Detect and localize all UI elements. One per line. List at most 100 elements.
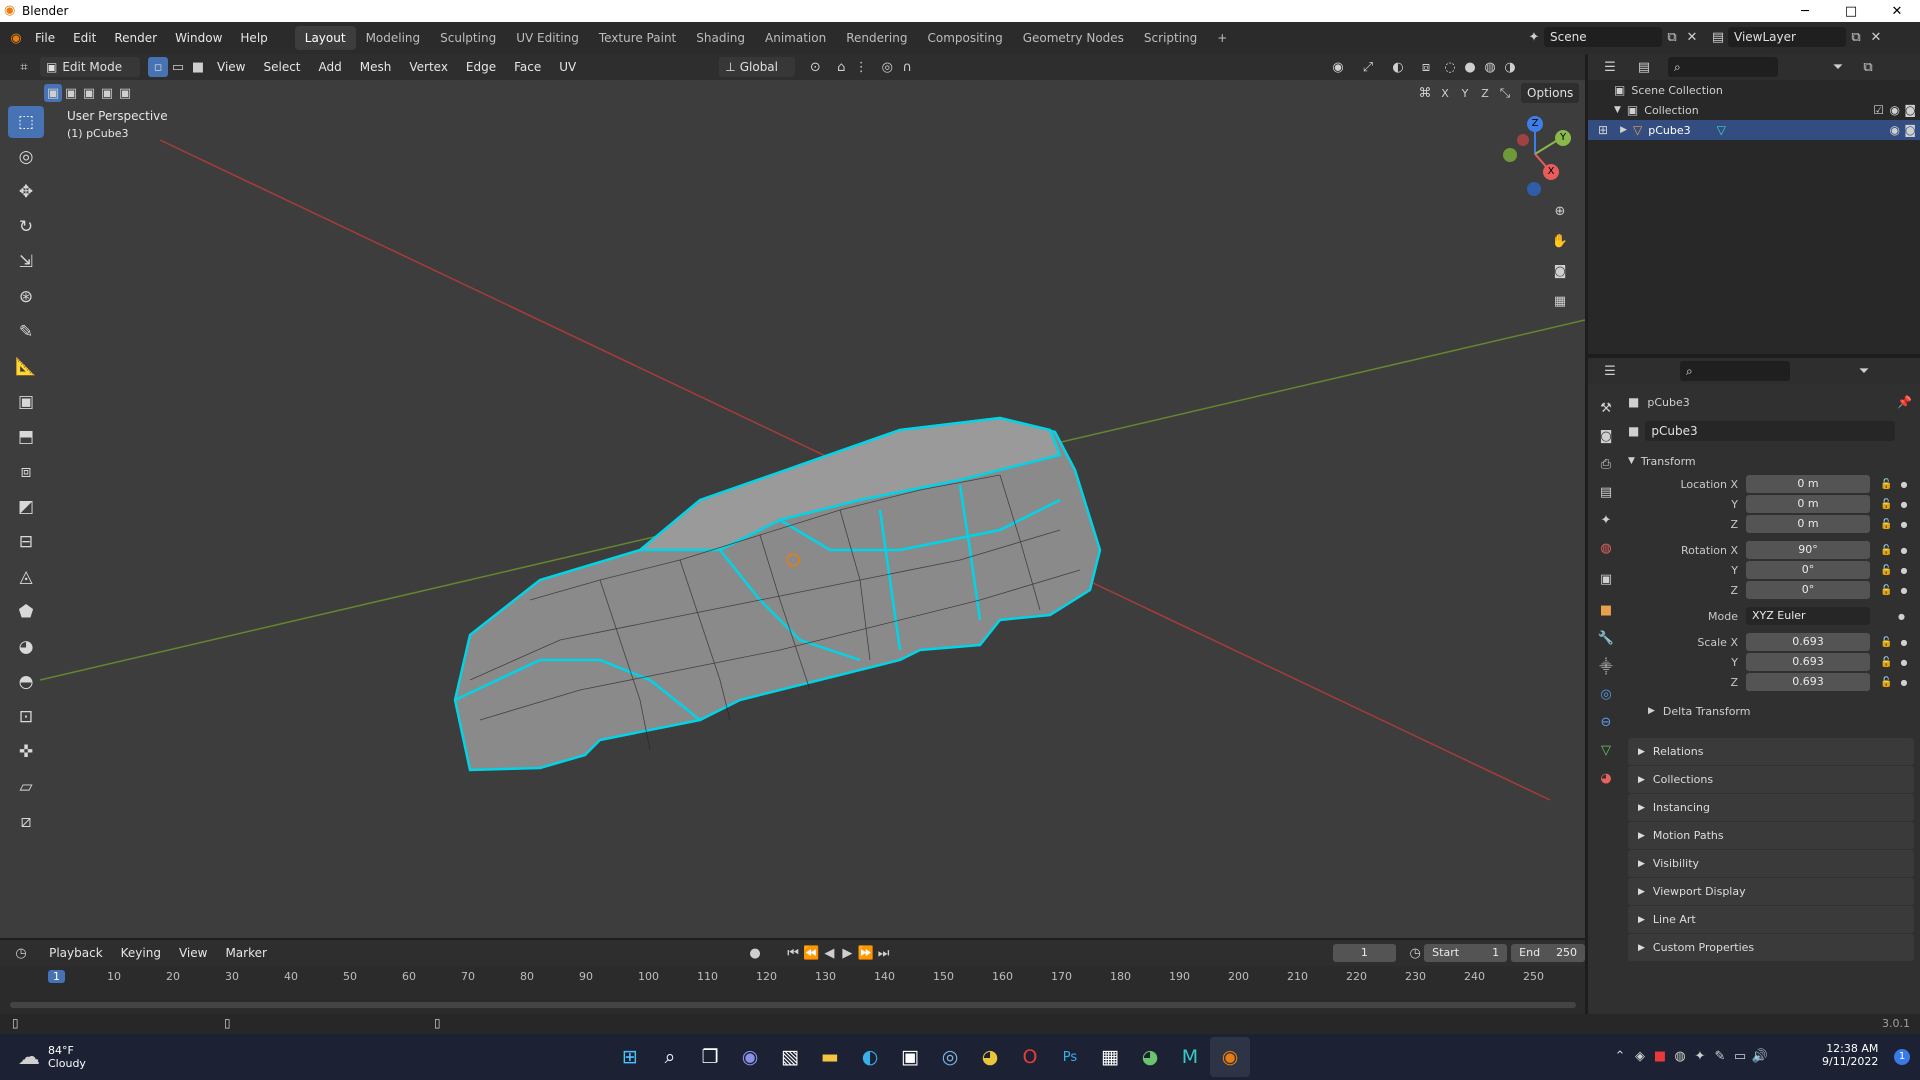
collection-checkbox-icon[interactable]: ☑ bbox=[1873, 103, 1884, 117]
shear-tool-icon[interactable]: ▱ bbox=[8, 771, 44, 803]
display-mode-icon[interactable]: ▤ bbox=[1634, 57, 1654, 77]
mode-selector[interactable]: ▣ Edit Mode bbox=[40, 57, 140, 77]
chrome-profile-icon[interactable]: ◕ bbox=[1130, 1037, 1170, 1077]
snap-target-icon[interactable]: ⋮ bbox=[851, 57, 871, 77]
scale-tool-icon[interactable]: ⇲ bbox=[8, 246, 44, 278]
chrome-icon[interactable]: ◕ bbox=[970, 1037, 1010, 1077]
keyframe-dot-icon[interactable]: ● bbox=[1900, 678, 1907, 687]
collection-eye-icon[interactable]: ◉ bbox=[1890, 103, 1900, 117]
line-art-panel[interactable]: ▶ Line Art bbox=[1628, 906, 1914, 933]
microsoft-store-icon[interactable]: ▣ bbox=[890, 1037, 930, 1077]
scene-tab-icon[interactable]: ✦ bbox=[1596, 506, 1616, 534]
keyframe-dot-icon[interactable]: ● bbox=[1898, 612, 1905, 621]
particles-tab-icon[interactable]: ⸎ bbox=[1596, 652, 1616, 680]
keyframe-dot-icon[interactable]: ● bbox=[1900, 500, 1907, 509]
menu-help[interactable]: Help bbox=[231, 31, 276, 45]
gizmo-x-icon[interactable]: X bbox=[1543, 164, 1559, 180]
filter-icon[interactable]: ⏷ bbox=[1828, 57, 1848, 77]
properties-search-input[interactable]: ⌕ bbox=[1680, 361, 1790, 381]
location-z-field[interactable]: 0 m bbox=[1746, 515, 1870, 533]
transform-orientation-dropdown[interactable]: ⊥ Global bbox=[719, 57, 796, 77]
scale-y-field[interactable]: 0.693 bbox=[1746, 653, 1870, 671]
next-keyframe-icon[interactable]: ⏩ bbox=[856, 943, 874, 963]
end-frame-field[interactable]: End 250 bbox=[1511, 944, 1586, 962]
keyframe-dot-icon[interactable]: ● bbox=[1900, 520, 1907, 529]
expand-arrow-icon[interactable]: ▼ bbox=[1614, 105, 1621, 115]
photoshop-icon[interactable]: Ps bbox=[1050, 1037, 1090, 1077]
object-name-field[interactable]: pCube3 bbox=[1645, 421, 1896, 441]
delete-scene-icon[interactable]: ✕ bbox=[1682, 27, 1702, 47]
measure-tool-icon[interactable]: 📐 bbox=[8, 351, 44, 383]
delta-transform-subpanel[interactable]: ▶ Delta Transform bbox=[1628, 698, 1918, 724]
network-icon[interactable]: ▭ bbox=[1730, 1046, 1750, 1066]
start-menu-icon[interactable]: ⊞ bbox=[610, 1037, 650, 1077]
timeline-editor-icon[interactable]: ◷ bbox=[12, 943, 30, 963]
shrink-fatten-tool-icon[interactable]: ✜ bbox=[8, 736, 44, 768]
tab-compositing[interactable]: Compositing bbox=[917, 26, 1012, 50]
outliner-row-collection[interactable]: ▼ ▣ Collection ☑ ◉ ◙ bbox=[1588, 100, 1920, 120]
tab-geometry-nodes[interactable]: Geometry Nodes bbox=[1013, 26, 1134, 50]
frame-ruler[interactable]: 1 10 20 30 40 50 60 70 80 90 100 110 120 130 140 150 160… bbox=[0, 970, 1585, 988]
lock-icon[interactable]: 🔓 bbox=[1880, 565, 1892, 576]
search-icon[interactable]: ⌕ bbox=[650, 1037, 690, 1077]
overlay-toggle-icon[interactable]: ◐ bbox=[1388, 57, 1408, 77]
object-tab-icon[interactable]: ■ bbox=[1596, 596, 1616, 624]
steam-icon[interactable]: ◎ bbox=[930, 1037, 970, 1077]
poly-build-tool-icon[interactable]: ⬟ bbox=[8, 596, 44, 628]
rotation-y-field[interactable]: 0° bbox=[1746, 561, 1870, 579]
location-y-field[interactable]: 0 m bbox=[1746, 495, 1870, 513]
perspective-toggle-icon[interactable]: ▦ bbox=[1550, 286, 1570, 316]
keyframe-dot-icon[interactable]: ● bbox=[1900, 566, 1907, 575]
object-type-icon[interactable]: ■ bbox=[1628, 424, 1639, 438]
properties-editor-icon[interactable]: ☰ bbox=[1600, 361, 1620, 381]
tab-modeling[interactable]: Modeling bbox=[356, 26, 431, 50]
transform-panel-header[interactable]: ▼ Transform bbox=[1628, 448, 1918, 474]
keyframe-dot-icon[interactable]: ● bbox=[1900, 638, 1907, 647]
menu-select[interactable]: Select bbox=[254, 60, 309, 74]
photos-icon[interactable]: ▧ bbox=[770, 1037, 810, 1077]
weather-widget[interactable]: ☁ 84°F Cloudy bbox=[18, 1044, 86, 1070]
spin-tool-icon[interactable]: ◕ bbox=[8, 631, 44, 663]
select-box-tool-icon[interactable]: ⬚ bbox=[8, 106, 44, 138]
inset-tool-icon[interactable]: ⧈ bbox=[8, 456, 44, 488]
snap-icon[interactable]: ⌂ bbox=[831, 57, 851, 77]
gizmo-neg-x-icon[interactable] bbox=[1503, 148, 1517, 162]
face-select-icon[interactable]: ■ bbox=[188, 57, 208, 77]
menu-add[interactable]: Add bbox=[310, 60, 351, 74]
gizmo-z-icon[interactable]: Z bbox=[1527, 116, 1543, 132]
menu-uv[interactable]: UV bbox=[550, 60, 585, 74]
wireframe-shading-icon[interactable]: ◌ bbox=[1440, 57, 1460, 77]
menu-file[interactable]: File bbox=[26, 31, 64, 45]
start-frame-field[interactable]: Start 1 bbox=[1424, 944, 1508, 962]
constraints-tab-icon[interactable]: ⊖ bbox=[1596, 708, 1616, 736]
scale-x-field[interactable]: 0.693 bbox=[1746, 633, 1870, 651]
instancing-panel[interactable]: ▶ Instancing bbox=[1628, 794, 1914, 821]
rotation-x-field[interactable]: 90° bbox=[1746, 541, 1870, 559]
gizmo-neg-y-icon[interactable] bbox=[1517, 134, 1529, 146]
clock-date[interactable]: 9/11/2022 bbox=[1822, 1055, 1878, 1068]
editor-type-icon[interactable]: ⌗ bbox=[14, 57, 34, 77]
tab-scripting[interactable]: Scripting bbox=[1134, 26, 1207, 50]
menu-view[interactable]: View bbox=[208, 60, 254, 74]
menu-vertex[interactable]: Vertex bbox=[400, 60, 457, 74]
menu-playback[interactable]: Playback bbox=[40, 946, 112, 960]
properties-options-icon[interactable]: ⏷ bbox=[1854, 361, 1874, 381]
keyframe-dot-icon[interactable]: ● bbox=[1900, 658, 1907, 667]
bevel-tool-icon[interactable]: ◩ bbox=[8, 491, 44, 523]
edge-browser-icon[interactable]: ◐ bbox=[850, 1037, 890, 1077]
lock-icon[interactable]: 🔓 bbox=[1880, 499, 1892, 510]
expand-arrow-icon[interactable]: ▶ bbox=[1620, 125, 1627, 135]
close-button[interactable]: ✕ bbox=[1874, 0, 1920, 22]
extrude-tool-icon[interactable]: ⬒ bbox=[8, 421, 44, 453]
tab-sculpting[interactable]: Sculpting bbox=[430, 26, 506, 50]
view-layer-tab-icon[interactable]: ▤ bbox=[1596, 478, 1616, 506]
tab-uv-editing[interactable]: UV Editing bbox=[506, 26, 589, 50]
menu-edit[interactable]: Edit bbox=[64, 31, 105, 45]
tab-shading[interactable]: Shading bbox=[686, 26, 755, 50]
clock-icon[interactable]: ◷ bbox=[1406, 943, 1424, 963]
mesh-data-icon[interactable]: ▽ bbox=[1717, 123, 1726, 137]
calculator-icon[interactable]: ▦ bbox=[1090, 1037, 1130, 1077]
relations-panel[interactable]: ▶ Relations bbox=[1628, 738, 1914, 765]
menu-window[interactable]: Window bbox=[166, 31, 231, 45]
dropbox-icon[interactable]: ✦ bbox=[1690, 1046, 1710, 1066]
